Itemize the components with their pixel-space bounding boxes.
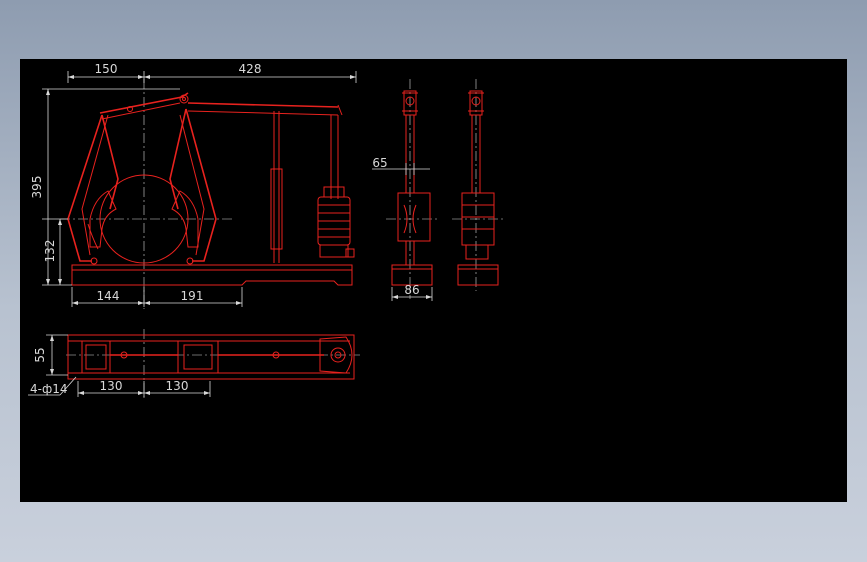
dim-bottom-right: 191 [181, 289, 204, 303]
dim-top-right-spacing: 130 [166, 379, 189, 393]
dim-height-total: 395 [30, 176, 44, 199]
top-view: 55 130 130 4-ф14 [28, 329, 360, 399]
side-view-left: 65 86 [372, 79, 440, 301]
dim-top-left-spacing: 130 [100, 379, 123, 393]
dim-bottom-left: 144 [97, 289, 120, 303]
front-view: 150 428 395 132 144 191 [30, 62, 357, 309]
cad-drawing: 150 428 395 132 144 191 65 86 55 130 130… [28, 62, 504, 399]
dim-side-width: 65 [372, 156, 387, 170]
dim-top-height: 55 [33, 347, 47, 362]
dim-top-left: 150 [95, 62, 118, 76]
dim-top-right: 428 [239, 62, 262, 76]
side-view-right [452, 79, 504, 291]
cad-viewport[interactable]: 150 428 395 132 144 191 65 86 55 130 130… [20, 59, 847, 502]
hole-callout: 4-ф14 [30, 382, 68, 396]
dim-side-base: 86 [404, 283, 419, 297]
dim-height-lower: 132 [43, 240, 57, 263]
